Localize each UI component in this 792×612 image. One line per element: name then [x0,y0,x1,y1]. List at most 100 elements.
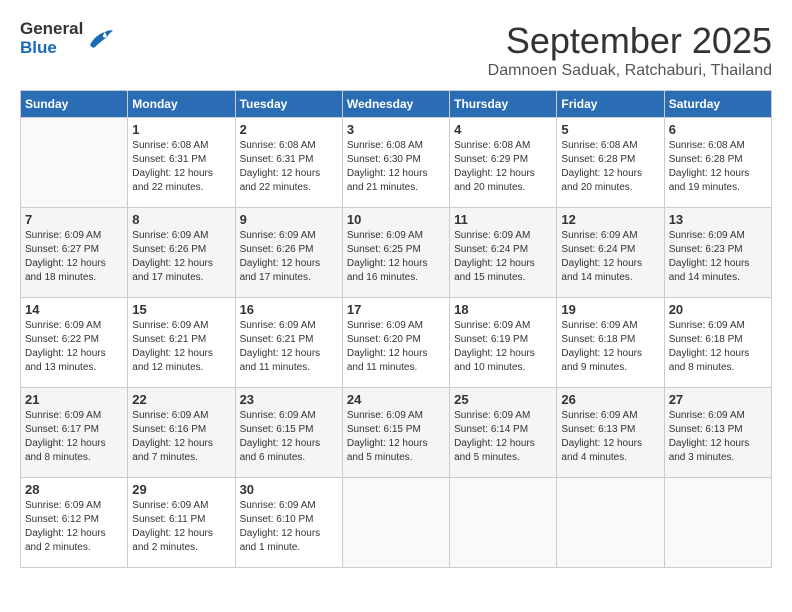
day-cell: 23 Sunrise: 6:09 AM Sunset: 6:15 PM Dayli… [235,388,342,478]
day-number: 19 [561,302,659,317]
day-info: Sunrise: 6:08 AM Sunset: 6:29 PM Dayligh… [454,139,552,195]
day-info: Sunrise: 6:09 AM Sunset: 6:15 PM Dayligh… [240,409,338,465]
day-cell: 4 Sunrise: 6:08 AM Sunset: 6:29 PM Daylig… [450,118,557,208]
header-cell-tuesday: Tuesday [235,91,342,118]
day-number: 17 [347,302,445,317]
day-number: 1 [132,122,230,137]
day-info: Sunrise: 6:09 AM Sunset: 6:24 PM Dayligh… [561,229,659,285]
day-number: 18 [454,302,552,317]
week-row-2: 7 Sunrise: 6:09 AM Sunset: 6:27 PM Daylig… [21,208,772,298]
calendar-header: SundayMondayTuesdayWednesdayThursdayFrid… [21,91,772,118]
day-cell [21,118,128,208]
day-number: 6 [669,122,767,137]
day-info: Sunrise: 6:09 AM Sunset: 6:11 PM Dayligh… [132,499,230,555]
day-info: Sunrise: 6:09 AM Sunset: 6:19 PM Dayligh… [454,319,552,375]
day-cell: 10 Sunrise: 6:09 AM Sunset: 6:25 PM Dayli… [342,208,449,298]
header-cell-sunday: Sunday [21,91,128,118]
day-cell: 30 Sunrise: 6:09 AM Sunset: 6:10 PM Dayli… [235,478,342,568]
day-number: 21 [25,392,123,407]
day-cell: 27 Sunrise: 6:09 AM Sunset: 6:13 PM Dayli… [664,388,771,478]
calendar-table: SundayMondayTuesdayWednesdayThursdayFrid… [20,90,772,568]
location-subtitle: Damnoen Saduak, Ratchaburi, Thailand [488,62,772,80]
day-cell: 6 Sunrise: 6:08 AM Sunset: 6:28 PM Daylig… [664,118,771,208]
day-cell: 22 Sunrise: 6:09 AM Sunset: 6:16 PM Dayli… [128,388,235,478]
day-cell: 20 Sunrise: 6:09 AM Sunset: 6:18 PM Dayli… [664,298,771,388]
header-cell-thursday: Thursday [450,91,557,118]
day-cell [450,478,557,568]
day-number: 20 [669,302,767,317]
day-info: Sunrise: 6:09 AM Sunset: 6:18 PM Dayligh… [669,319,767,375]
logo-blue: Blue [20,39,83,58]
day-number: 5 [561,122,659,137]
page-header: General Blue September 2025 Damnoen Sadu… [20,20,772,80]
week-row-3: 14Sunrise: 6:09 AM Sunset: 6:22 PM Dayli… [21,298,772,388]
day-number: 23 [240,392,338,407]
header-cell-friday: Friday [557,91,664,118]
day-cell: 24Sunrise: 6:09 AM Sunset: 6:15 PM Dayli… [342,388,449,478]
day-info: Sunrise: 6:09 AM Sunset: 6:21 PM Dayligh… [240,319,338,375]
day-info: Sunrise: 6:08 AM Sunset: 6:28 PM Dayligh… [561,139,659,195]
day-cell: 28 Sunrise: 6:09 AM Sunset: 6:12 PM Dayli… [21,478,128,568]
day-info: Sunrise: 6:09 AM Sunset: 6:20 PM Dayligh… [347,319,445,375]
day-info: Sunrise: 6:09 AM Sunset: 6:25 PM Dayligh… [347,229,445,285]
day-cell: 29 Sunrise: 6:09 AM Sunset: 6:11 PM Dayli… [128,478,235,568]
week-row-4: 21 Sunrise: 6:09 AM Sunset: 6:17 PM Dayli… [21,388,772,478]
day-info: Sunrise: 6:09 AM Sunset: 6:24 PM Dayligh… [454,229,552,285]
day-cell: 11 Sunrise: 6:09 AM Sunset: 6:24 PM Dayli… [450,208,557,298]
day-info: Sunrise: 6:09 AM Sunset: 6:26 PM Dayligh… [132,229,230,285]
day-number: 30 [240,482,338,497]
day-cell [557,478,664,568]
day-number: 4 [454,122,552,137]
month-title: September 2025 [488,20,772,62]
day-number: 27 [669,392,767,407]
day-cell: 3 Sunrise: 6:08 AM Sunset: 6:30 PM Daylig… [342,118,449,208]
header-cell-monday: Monday [128,91,235,118]
day-number: 22 [132,392,230,407]
day-number: 2 [240,122,338,137]
day-info: Sunrise: 6:09 AM Sunset: 6:18 PM Dayligh… [561,319,659,375]
day-cell: 18 Sunrise: 6:09 AM Sunset: 6:19 PM Dayli… [450,298,557,388]
day-info: Sunrise: 6:08 AM Sunset: 6:28 PM Dayligh… [669,139,767,195]
day-info: Sunrise: 6:09 AM Sunset: 6:14 PM Dayligh… [454,409,552,465]
day-info: Sunrise: 6:09 AM Sunset: 6:26 PM Dayligh… [240,229,338,285]
day-cell: 7 Sunrise: 6:09 AM Sunset: 6:27 PM Daylig… [21,208,128,298]
title-block: September 2025 Damnoen Saduak, Ratchabur… [488,20,772,80]
day-number: 7 [25,212,123,227]
day-number: 9 [240,212,338,227]
day-cell: 26Sunrise: 6:09 AM Sunset: 6:13 PM Dayli… [557,388,664,478]
day-number: 12 [561,212,659,227]
day-info: Sunrise: 6:09 AM Sunset: 6:23 PM Dayligh… [669,229,767,285]
day-info: Sunrise: 6:09 AM Sunset: 6:16 PM Dayligh… [132,409,230,465]
header-row: SundayMondayTuesdayWednesdayThursdayFrid… [21,91,772,118]
day-number: 14 [25,302,123,317]
day-info: Sunrise: 6:09 AM Sunset: 6:10 PM Dayligh… [240,499,338,555]
day-info: Sunrise: 6:08 AM Sunset: 6:31 PM Dayligh… [132,139,230,195]
day-cell: 19 Sunrise: 6:09 AM Sunset: 6:18 PM Dayli… [557,298,664,388]
day-number: 11 [454,212,552,227]
day-cell: 5 Sunrise: 6:08 AM Sunset: 6:28 PM Daylig… [557,118,664,208]
day-info: Sunrise: 6:09 AM Sunset: 6:13 PM Dayligh… [669,409,767,465]
day-number: 3 [347,122,445,137]
day-cell: 9 Sunrise: 6:09 AM Sunset: 6:26 PM Daylig… [235,208,342,298]
day-number: 16 [240,302,338,317]
day-number: 29 [132,482,230,497]
day-number: 10 [347,212,445,227]
day-cell [342,478,449,568]
day-cell: 15Sunrise: 6:09 AM Sunset: 6:21 PM Dayli… [128,298,235,388]
day-info: Sunrise: 6:09 AM Sunset: 6:12 PM Dayligh… [25,499,123,555]
day-info: Sunrise: 6:09 AM Sunset: 6:17 PM Dayligh… [25,409,123,465]
day-info: Sunrise: 6:08 AM Sunset: 6:30 PM Dayligh… [347,139,445,195]
calendar-body: 1 Sunrise: 6:08 AM Sunset: 6:31 PM Daylig… [21,118,772,568]
day-number: 8 [132,212,230,227]
header-cell-wednesday: Wednesday [342,91,449,118]
day-info: Sunrise: 6:09 AM Sunset: 6:27 PM Dayligh… [25,229,123,285]
day-info: Sunrise: 6:08 AM Sunset: 6:31 PM Dayligh… [240,139,338,195]
day-cell: 8 Sunrise: 6:09 AM Sunset: 6:26 PM Daylig… [128,208,235,298]
week-row-1: 1 Sunrise: 6:08 AM Sunset: 6:31 PM Daylig… [21,118,772,208]
day-info: Sunrise: 6:09 AM Sunset: 6:13 PM Dayligh… [561,409,659,465]
day-number: 28 [25,482,123,497]
day-number: 25 [454,392,552,407]
day-cell: 1 Sunrise: 6:08 AM Sunset: 6:31 PM Daylig… [128,118,235,208]
day-cell: 13 Sunrise: 6:09 AM Sunset: 6:23 PM Dayli… [664,208,771,298]
day-number: 13 [669,212,767,227]
